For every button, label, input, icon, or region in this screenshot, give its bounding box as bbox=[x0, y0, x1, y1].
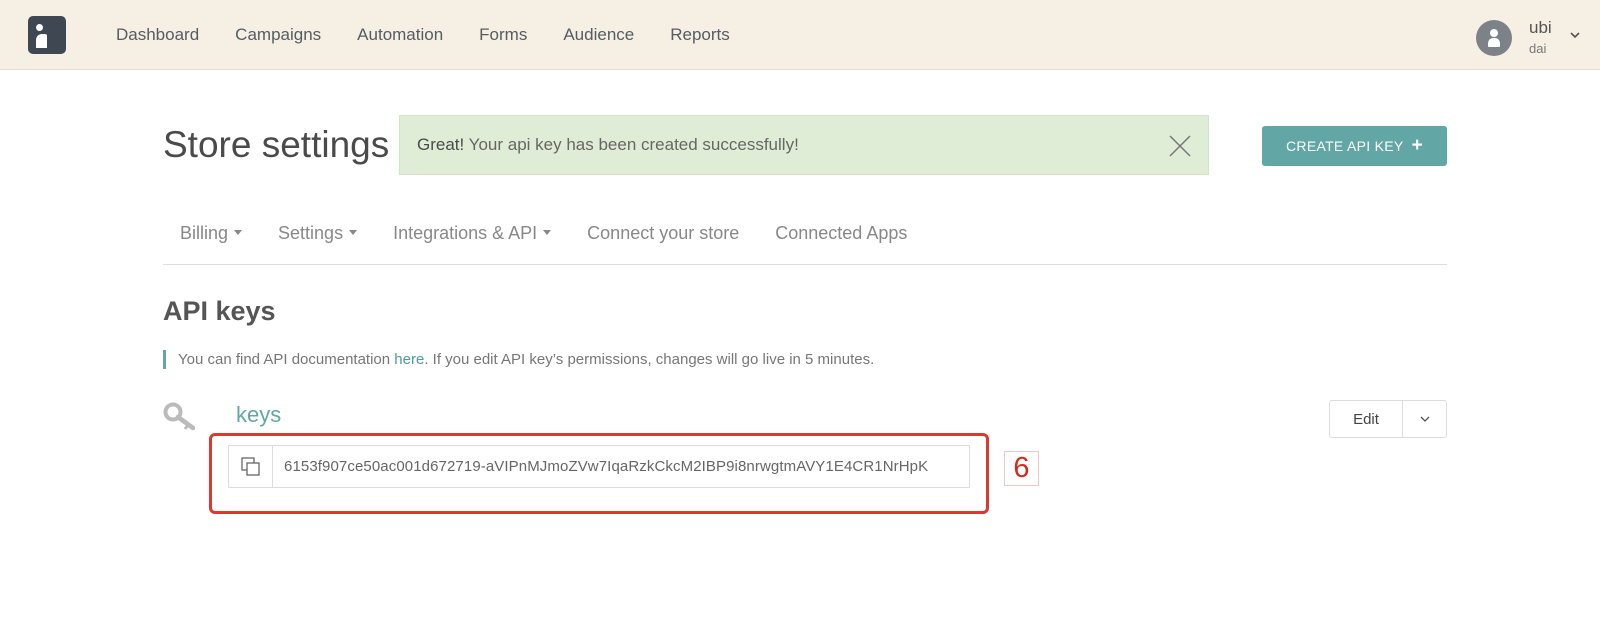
close-icon[interactable] bbox=[1168, 134, 1192, 158]
chevron-down-icon bbox=[1420, 416, 1429, 422]
api-key-name[interactable]: keys bbox=[236, 402, 281, 428]
nav-item-campaigns[interactable]: Campaigns bbox=[235, 25, 321, 45]
caret-down-icon bbox=[234, 229, 243, 235]
alert-message: Your api key has been created successful… bbox=[464, 135, 799, 154]
tab-settings[interactable]: Settings bbox=[278, 223, 358, 264]
annotation-number-badge: 6 bbox=[1004, 451, 1039, 486]
user-avatar-icon[interactable] bbox=[1476, 20, 1512, 56]
copy-icon bbox=[240, 456, 260, 476]
main-nav: Dashboard Campaigns Automation Forms Aud… bbox=[116, 0, 766, 70]
top-navigation: Dashboard Campaigns Automation Forms Aud… bbox=[0, 0, 1600, 70]
create-api-key-label: CREATE API KEY bbox=[1286, 138, 1404, 154]
user-name: ubi bbox=[1529, 18, 1552, 37]
brand-logo-icon[interactable] bbox=[28, 16, 66, 54]
nav-item-dashboard[interactable]: Dashboard bbox=[116, 25, 199, 45]
section-title: API keys bbox=[163, 296, 276, 326]
copy-button[interactable] bbox=[229, 446, 273, 487]
edit-button[interactable]: Edit bbox=[1330, 401, 1403, 437]
chevron-down-icon[interactable] bbox=[1570, 30, 1580, 40]
tab-billing[interactable]: Billing bbox=[163, 223, 243, 264]
page-title: Store settings bbox=[163, 124, 390, 165]
api-key-value[interactable]: 6153f907ce50ac001d672719-aVIPnMJmoZVw7Iq… bbox=[273, 446, 969, 487]
plus-icon: + bbox=[1411, 135, 1423, 156]
alert-strong-text: Great! bbox=[417, 135, 465, 154]
nav-item-reports[interactable]: Reports bbox=[670, 25, 730, 45]
edit-dropdown-toggle[interactable] bbox=[1403, 401, 1446, 437]
key-icon bbox=[163, 402, 196, 431]
api-info-note: You can find API documentation here. If … bbox=[163, 350, 874, 369]
user-account: dai bbox=[1529, 41, 1547, 56]
success-alert: Great! Your api key has been created suc… bbox=[399, 115, 1209, 175]
nav-item-forms[interactable]: Forms bbox=[479, 25, 527, 45]
nav-item-automation[interactable]: Automation bbox=[357, 25, 443, 45]
tab-connected-apps[interactable]: Connected Apps bbox=[775, 223, 907, 264]
edit-button-group: Edit bbox=[1329, 400, 1447, 438]
settings-tabs: Billing Settings Integrations & API Conn… bbox=[163, 223, 1447, 265]
documentation-link[interactable]: here bbox=[394, 351, 424, 368]
nav-item-audience[interactable]: Audience bbox=[563, 25, 634, 45]
tab-integrations-api[interactable]: Integrations & API bbox=[393, 223, 552, 264]
api-key-field[interactable]: 6153f907ce50ac001d672719-aVIPnMJmoZVw7Iq… bbox=[228, 445, 970, 488]
create-api-key-button[interactable]: CREATE API KEY + bbox=[1262, 126, 1447, 166]
user-menu[interactable]: ubi dai bbox=[1476, 18, 1580, 58]
caret-down-icon bbox=[349, 229, 358, 235]
tab-connect-your-store[interactable]: Connect your store bbox=[587, 223, 739, 264]
caret-down-icon bbox=[543, 229, 552, 235]
